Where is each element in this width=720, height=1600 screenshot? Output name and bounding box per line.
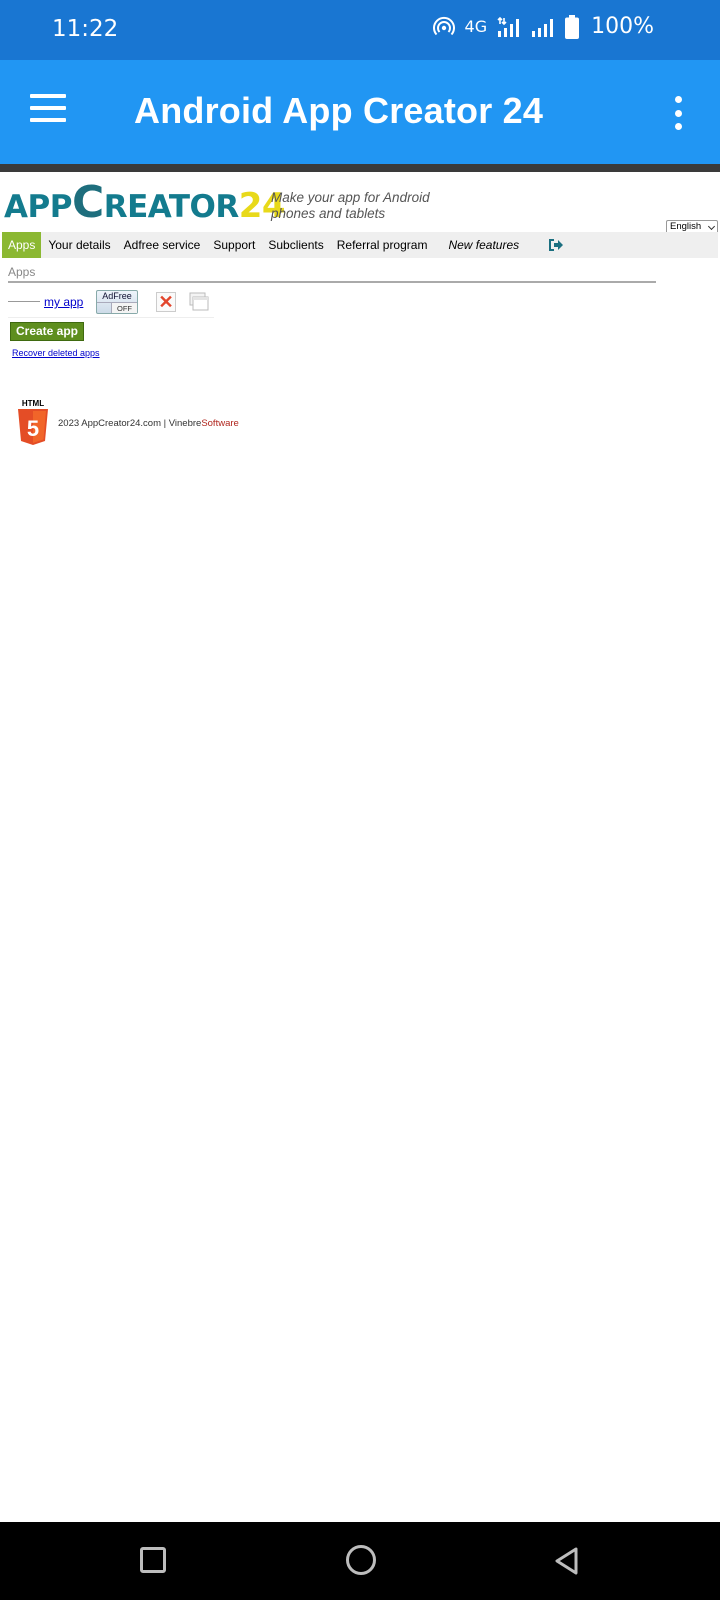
copyright-text: 2023 AppCreator24.com | VinebreSoftware	[58, 418, 239, 429]
signal-icon	[532, 18, 554, 37]
section-title: Apps	[8, 265, 656, 283]
battery-icon	[565, 14, 580, 39]
appcreator24-logo[interactable]: APPCREATOR24	[4, 180, 286, 230]
logout-icon[interactable]	[548, 238, 564, 252]
back-icon[interactable]	[552, 1546, 582, 1576]
nav-item-support[interactable]: Support	[207, 232, 261, 258]
nav-item-subclients[interactable]: Subclients	[262, 232, 329, 258]
app-title: Android App Creator 24	[134, 90, 544, 131]
app-bar-divider	[0, 164, 720, 172]
adfree-toggle[interactable]: AdFree OFF	[96, 290, 138, 314]
system-nav-bar	[0, 1522, 720, 1600]
nav-item-new-features[interactable]: New features	[442, 232, 525, 258]
duplicate-app-icon[interactable]	[189, 292, 209, 312]
html5-logo-icon: HTML 5	[18, 399, 48, 445]
nav-item-referral-program[interactable]: Referral program	[331, 232, 434, 258]
app-list-item: my app AdFree OFF ✕	[8, 290, 214, 318]
recover-deleted-apps-link[interactable]: Recover deleted apps	[12, 348, 100, 358]
svg-text:5: 5	[27, 416, 39, 441]
svg-text:HTML: HTML	[22, 399, 44, 408]
site-footer: HTML 5 2023 AppCreator24.com | VinebreSo…	[16, 398, 276, 446]
site-header: APPCREATOR24 Make your app for Android p…	[4, 180, 720, 234]
more-options-icon[interactable]	[672, 96, 684, 130]
app-bar: Android App Creator 24	[0, 60, 720, 164]
hotspot-icon	[432, 16, 455, 35]
battery-percent: 100%	[591, 14, 654, 39]
nav-item-apps[interactable]: Apps	[2, 232, 42, 258]
status-time: 11:22	[52, 16, 119, 42]
nav-item-adfree-service[interactable]: Adfree service	[118, 232, 207, 258]
delete-app-icon[interactable]: ✕	[156, 292, 176, 312]
webview: APPCREATOR24 Make your app for Android p…	[0, 172, 720, 1522]
create-app-button[interactable]: Create app	[10, 322, 84, 341]
recent-apps-icon[interactable]	[140, 1547, 166, 1573]
status-icons: 4G 100%	[432, 14, 654, 39]
site-slogan: Make your app for Android phones and tab…	[271, 190, 430, 221]
signal-data-icon	[497, 16, 520, 37]
status-bar: 11:22 4G 100%	[0, 0, 720, 60]
home-icon[interactable]	[346, 1545, 376, 1575]
app-name-link[interactable]: my app	[44, 295, 83, 309]
menu-icon[interactable]	[30, 94, 70, 130]
site-nav: Apps Your details Adfree service Support…	[2, 232, 718, 258]
app-row-marker	[8, 301, 40, 302]
network-type: 4G	[464, 17, 488, 36]
nav-item-your-details[interactable]: Your details	[42, 232, 116, 258]
